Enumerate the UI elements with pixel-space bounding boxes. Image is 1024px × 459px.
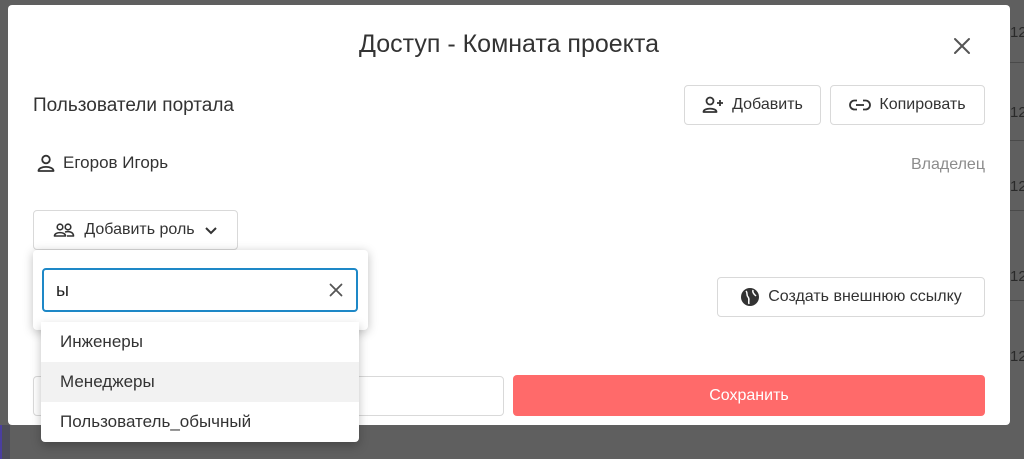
background-divider — [1010, 300, 1024, 301]
user-role-label: Владелец — [910, 156, 985, 173]
person-add-icon — [702, 96, 724, 114]
role-search-value: ы — [56, 279, 69, 300]
add-user-label: Добавить — [732, 96, 803, 113]
copy-link-label: Копировать — [879, 96, 966, 113]
background-row-fragment: 12 — [1010, 24, 1024, 41]
group-icon — [53, 223, 75, 237]
add-user-button[interactable]: Добавить — [684, 85, 821, 125]
dialog-title: Доступ - Комната проекта — [359, 30, 659, 58]
save-button[interactable]: Сохранить — [513, 375, 985, 416]
role-option[interactable]: Инженеры — [41, 322, 359, 362]
role-dropdown: ы — [33, 250, 368, 330]
user-name: Егоров Игорь — [63, 153, 169, 172]
create-external-link-button[interactable]: Создать внешнюю ссылку — [717, 277, 985, 317]
background-divider — [1010, 210, 1024, 211]
close-icon — [953, 37, 971, 55]
section-title: Пользователи портала — [33, 95, 235, 116]
close-button[interactable] — [948, 32, 976, 60]
background-divider — [1010, 140, 1024, 141]
background-row-fragment: 12 — [1010, 178, 1024, 195]
background-row-fragment: 12 — [1010, 348, 1024, 365]
link-icon — [849, 99, 872, 111]
user-row: Егоров Игорь — [37, 153, 168, 173]
background-divider — [1010, 62, 1024, 63]
person-icon — [37, 154, 55, 172]
globe-icon — [740, 287, 760, 307]
role-option[interactable]: Пользователь_обычный — [41, 402, 359, 442]
add-role-button[interactable]: Добавить роль — [33, 210, 238, 250]
role-option[interactable]: Менеджеры — [41, 362, 359, 402]
close-icon — [329, 283, 343, 297]
chevron-down-icon — [204, 226, 218, 235]
clear-search-button[interactable] — [326, 280, 346, 300]
role-options-list: Инженеры Менеджеры Пользователь_обычный — [41, 322, 359, 442]
create-external-link-label: Создать внешнюю ссылку — [768, 288, 962, 305]
background-row-fragment: 12 — [1010, 268, 1024, 285]
background-sidebar-strip — [0, 425, 10, 459]
copy-link-button[interactable]: Копировать — [830, 85, 985, 125]
add-role-label: Добавить роль — [84, 221, 195, 238]
role-search-input[interactable]: ы — [42, 268, 358, 312]
background-row-fragment: 12 — [1010, 104, 1024, 121]
